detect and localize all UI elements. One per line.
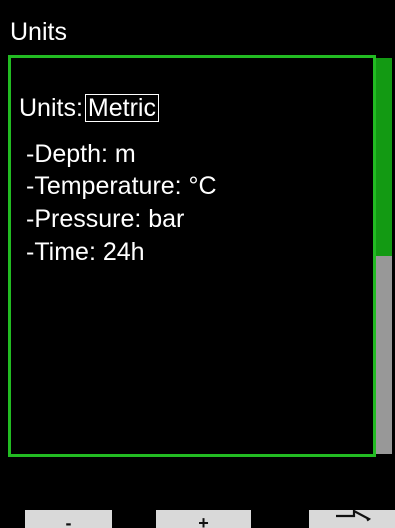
title-bar: Units	[0, 0, 395, 54]
next-softkey-button[interactable]	[309, 510, 395, 528]
depth-unit-line: -Depth: m	[26, 140, 136, 168]
page-title: Units	[10, 18, 67, 46]
minus-softkey-button[interactable]: -	[25, 510, 112, 528]
temperature-unit-line: -Temperature: °C	[26, 172, 217, 200]
pressure-unit-line: -Pressure: bar	[26, 205, 185, 233]
units-label: Units:	[19, 94, 83, 122]
scrollbar-thumb[interactable]	[376, 58, 392, 256]
right-arrow-icon	[336, 510, 372, 522]
time-format-line: -Time: 24h	[26, 238, 145, 266]
plus-softkey-button[interactable]: +	[156, 510, 251, 528]
units-value-selector[interactable]: Metric	[84, 94, 159, 122]
units-setting-row[interactable]: Units: Metric	[19, 94, 159, 122]
